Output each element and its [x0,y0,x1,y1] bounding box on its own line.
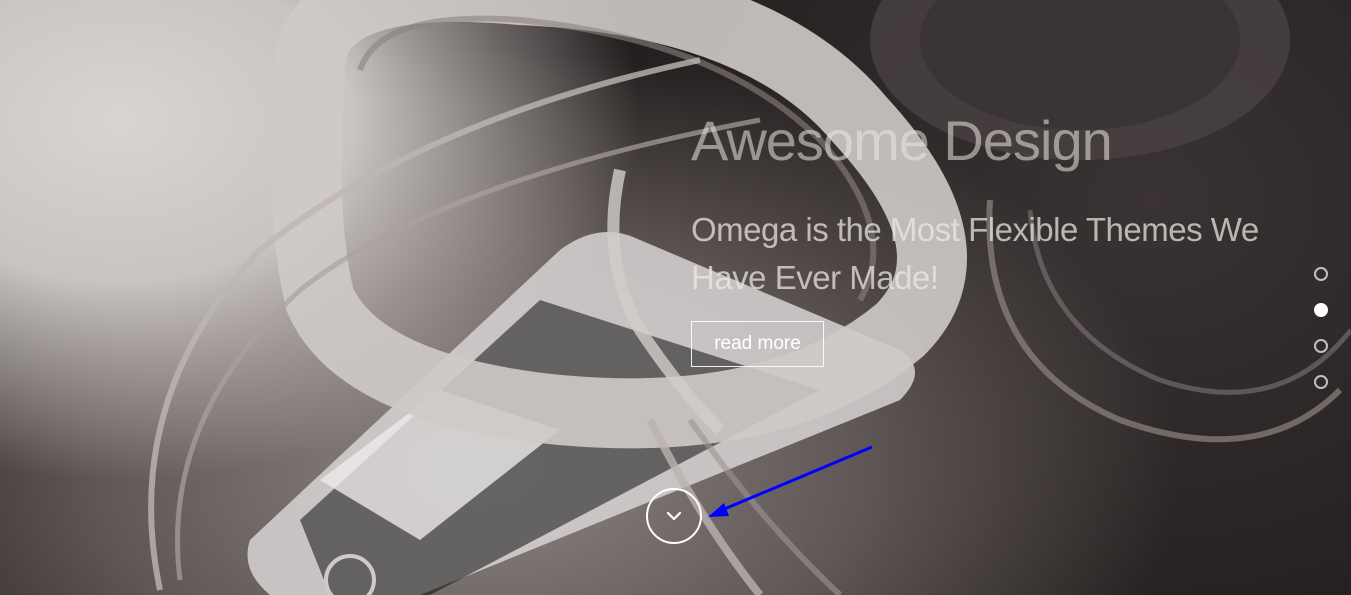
chevron-down-icon [666,511,682,521]
hero-title: Awesome Design [691,109,1113,172]
hero-slider: Awesome Design Omega is the Most Flexibl… [0,0,1351,595]
slider-dot-2[interactable] [1314,303,1328,317]
slider-dot-4[interactable] [1314,375,1328,389]
slider-dot-1[interactable] [1314,267,1328,281]
hero-subtitle: Omega is the Most Flexible Themes We Hav… [691,211,1259,296]
slider-pagination [1314,267,1328,411]
read-more-button[interactable]: read more [691,321,824,367]
scroll-down-button[interactable] [646,488,702,544]
slider-dot-3[interactable] [1314,339,1328,353]
hero-caption: Awesome Design Omega is the Most Flexibl… [691,108,1291,302]
